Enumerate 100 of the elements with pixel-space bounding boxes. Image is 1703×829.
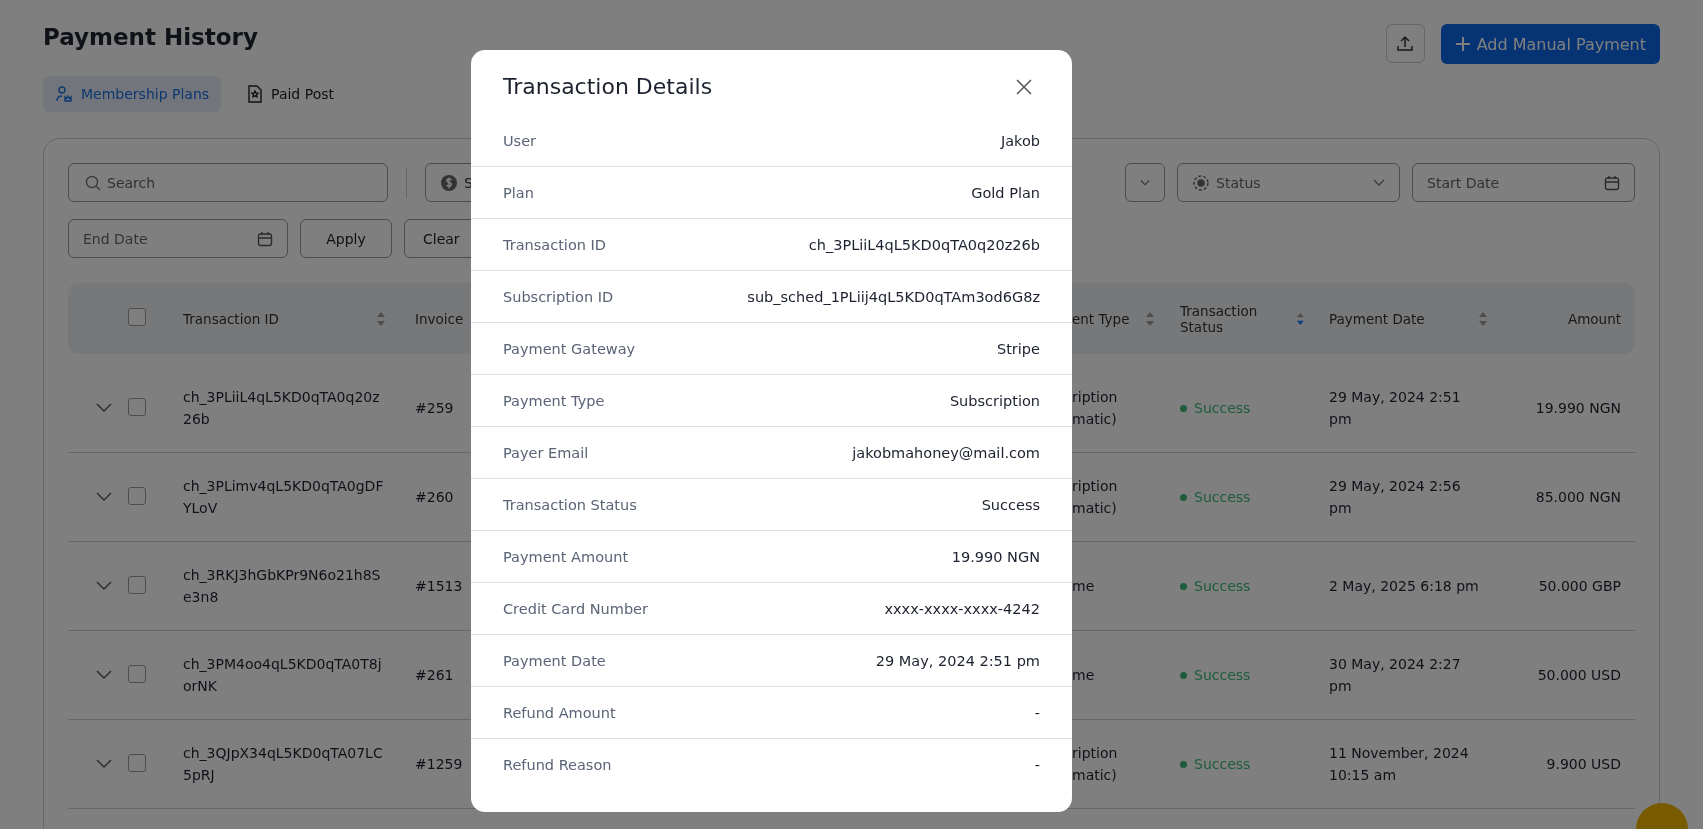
status-text: Success <box>1194 400 1251 416</box>
dollar-icon <box>440 173 458 192</box>
table-cell-text: ription matic) <box>1072 387 1119 429</box>
checkbox[interactable] <box>128 397 146 416</box>
field-value: sub_sched_1PLiij4qL5KD0qTAm3od6G8z <box>747 288 1040 305</box>
table-cell-text: 50.000 GBP <box>1537 578 1622 594</box>
status-text: Success <box>1194 756 1251 772</box>
table-cell-text: 85.000 NGN <box>1534 489 1622 505</box>
chevron-down-icon[interactable] <box>96 581 112 591</box>
apply-button[interactable]: Apply <box>300 219 392 258</box>
table-cell-text: 29 May, 2024 2:56 pm <box>1328 476 1462 518</box>
plus-icon <box>1454 36 1471 52</box>
end-date-field[interactable]: End Date <box>68 219 288 258</box>
close-icon[interactable] <box>1016 78 1032 95</box>
field-value: Success <box>981 496 1040 513</box>
dialog-title: Transaction Details <box>503 74 713 99</box>
table-cell-text: ch_3QJpX34qL5KD0qTA07LC5pRJ <box>182 743 384 785</box>
chevron-down-icon <box>1140 178 1150 187</box>
status-dot <box>1180 760 1187 768</box>
column-header: Payment Date <box>1329 310 1425 327</box>
sort-icon[interactable] <box>1296 310 1305 327</box>
user-icon <box>55 85 73 103</box>
field-value: - <box>1034 756 1040 773</box>
table-cell-text: 11 November, 2024 10:15 am <box>1328 743 1470 785</box>
tab[interactable]: Paid Post <box>235 76 346 112</box>
status-dot <box>1180 582 1187 590</box>
chevron-down-icon[interactable] <box>96 492 112 502</box>
status-text: Success <box>1194 489 1251 505</box>
chevron-down-icon[interactable] <box>96 759 112 769</box>
field-label: Payment Amount <box>503 548 629 565</box>
calendar-icon <box>257 230 273 247</box>
chevron-down-icon[interactable] <box>96 403 112 413</box>
field-value: xxxx-xxxx-xxxx-4242 <box>884 600 1040 617</box>
table-cell-text: ription matic) <box>1072 476 1119 518</box>
field-label: User <box>503 132 537 149</box>
status-icon <box>1192 173 1210 192</box>
chevron-down-icon <box>1373 178 1385 187</box>
field-value: 19.990 NGN <box>951 548 1040 565</box>
column-header: Amount <box>1567 310 1621 327</box>
field-value: ch_3PLiiL4qL5KD0qTA0q20z26b <box>808 236 1040 253</box>
table-cell-text: 2 May, 2025 6:18 pm <box>1328 576 1479 596</box>
table-cell-text: #261 <box>414 667 455 683</box>
column-header: ent Type <box>1072 310 1130 327</box>
search-field[interactable]: Search <box>68 163 388 202</box>
checkbox[interactable] <box>128 664 146 683</box>
table-cell-text: #260 <box>414 489 455 505</box>
field-value: 29 May, 2024 2:51 pm <box>875 652 1040 669</box>
checkbox[interactable] <box>128 486 146 505</box>
upload-icon <box>1396 34 1415 53</box>
checkbox[interactable] <box>128 308 146 326</box>
table-cell-text: #259 <box>414 400 455 416</box>
table-cell-text: #1259 <box>414 756 464 772</box>
checkbox[interactable] <box>128 753 146 772</box>
field-value: Jakob <box>1000 132 1040 149</box>
column-header: Transaction ID <box>183 310 279 327</box>
search-icon <box>85 174 101 191</box>
document-star-icon <box>247 85 264 103</box>
table-cell-text: ch_3PLimv4qL5KD0qTA0gDFYLoV <box>182 476 385 518</box>
column-header: Transaction Status <box>1180 302 1259 335</box>
field-value: jakobmahoney@mail.com <box>852 444 1040 461</box>
tab[interactable]: Membership Plans <box>43 76 222 112</box>
table-cell-text: 9.900 USD <box>1545 756 1622 772</box>
field-value: Subscription <box>949 392 1040 409</box>
add-payment-button[interactable]: Add Manual Payment <box>1440 24 1660 64</box>
field-label: Refund Reason <box>503 756 612 773</box>
table-cell-text: ription matic) <box>1072 743 1119 785</box>
checkbox[interactable] <box>128 575 146 594</box>
field-label: Payer Email <box>503 444 589 461</box>
field-label: Refund Amount <box>503 704 616 721</box>
filter-dropdown[interactable] <box>1125 163 1165 202</box>
table-cell-text: ch_3RKJ3hGbKPr9N6o21h8Se3n8 <box>182 565 382 607</box>
status-dot <box>1180 493 1187 501</box>
field-label: Payment Date <box>503 652 606 669</box>
field-label: Plan <box>503 184 534 201</box>
table-cell-text: 29 May, 2024 2:51 pm <box>1328 387 1462 429</box>
table-cell-text: 19.990 NGN <box>1534 400 1622 416</box>
chevron-down-icon[interactable] <box>96 670 112 680</box>
sort-icon[interactable] <box>1145 310 1155 327</box>
field-label: Transaction Status <box>503 496 637 513</box>
calendar-icon <box>1604 174 1620 191</box>
start-date-field[interactable]: Start Date <box>1412 163 1635 202</box>
field-label: Payment Type <box>503 392 605 409</box>
status-text: Success <box>1194 578 1251 594</box>
table-cell-text: 30 May, 2024 2:27 pm <box>1328 654 1462 696</box>
table-cell-text: me <box>1072 665 1096 685</box>
page-title: Payment History <box>43 24 259 50</box>
sort-icon[interactable] <box>1478 310 1488 327</box>
status-dot <box>1180 404 1187 412</box>
field-label: Subscription ID <box>503 288 614 305</box>
status-dropdown[interactable]: Status <box>1177 163 1400 202</box>
status-text: Success <box>1194 667 1251 683</box>
field-value: Gold Plan <box>971 184 1040 201</box>
status-dot <box>1180 671 1187 679</box>
field-value: Stripe <box>997 340 1040 357</box>
table-cell-text: me <box>1072 576 1096 596</box>
table-cell-text: 50.000 USD <box>1536 667 1622 683</box>
column-header: Invoice <box>415 310 464 327</box>
export-button[interactable] <box>1385 24 1425 63</box>
sort-icon[interactable] <box>376 310 386 327</box>
table-cell-text: ch_3PM4oo4qL5KD0qTA0T8jorNK <box>182 654 383 696</box>
